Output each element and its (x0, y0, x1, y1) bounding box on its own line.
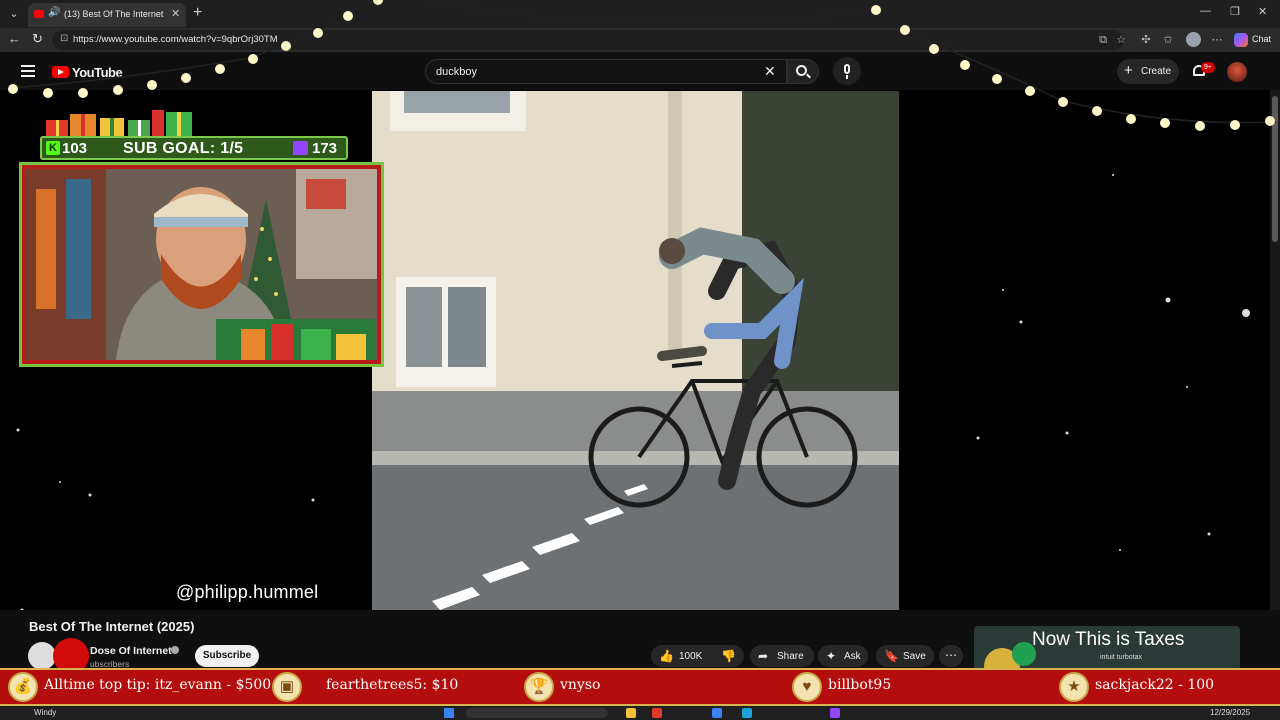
save-button[interactable]: 🔖 Save (876, 645, 934, 667)
trophy-icon: 🏆 (524, 672, 554, 702)
search-query: duckboy (436, 66, 477, 78)
tip-text: sackjack22 - 100 (1095, 677, 1215, 693)
app-icon[interactable] (830, 708, 840, 718)
tab-list-chevron-icon[interactable]: ⌄ (4, 5, 24, 23)
kick-count: 103 (62, 140, 88, 157)
ad-headline: Now This is Taxes (1032, 629, 1185, 650)
save-label: Save (903, 651, 926, 662)
app-available-icon[interactable]: ⧉ (1096, 33, 1110, 47)
kick-icon: K (46, 141, 60, 155)
plus-icon: + (1124, 62, 1133, 79)
extensions-icon[interactable]: ✣ (1139, 33, 1153, 47)
ad-brand: intuit turbotax (1100, 654, 1143, 661)
tip-text: fearthetrees5: $10 (326, 677, 459, 693)
scrollbar-thumb[interactable] (1272, 96, 1278, 242)
site-info-icon[interactable]: ⊡ (60, 33, 68, 44)
channel-avatar[interactable] (28, 642, 56, 670)
gift-boxes-decoration (46, 110, 192, 138)
subscribe-button[interactable]: Subscribe (195, 645, 259, 667)
sub-goal-bar: K 103 SUB GOAL: 1/5 173 (40, 136, 348, 160)
share-button[interactable]: ➦ Share (750, 645, 814, 667)
twitch-icon (293, 141, 308, 155)
taskbar-date: 12/29/2025 (1210, 708, 1251, 717)
address-bar[interactable]: ⊡ https://www.youtube.com/watch?v=9qbrOr… (52, 30, 1124, 50)
edge-icon[interactable] (742, 708, 752, 718)
video-scene-graphic (372, 91, 899, 610)
dislike-icon[interactable]: 👎 (721, 648, 736, 664)
url-text: https://www.youtube.com/watch?v=9qbrOrj3… (73, 34, 278, 45)
menu-icon[interactable] (21, 65, 35, 77)
creator-watermark: @philipp.hummel (176, 582, 319, 602)
create-button[interactable]: + Create (1117, 59, 1179, 84)
start-icon[interactable] (444, 708, 454, 718)
heart-icon: ♥ (792, 672, 822, 702)
like-icon[interactable]: 👍 (659, 648, 674, 664)
money-bag-icon: 💰 (8, 672, 38, 702)
youtube-favicon-icon (34, 10, 44, 18)
verified-badge-icon (171, 646, 179, 654)
weather-widget[interactable]: Windy (34, 708, 56, 717)
more-options-icon[interactable]: ⋯ (1210, 33, 1224, 47)
new-tab-button[interactable]: + (193, 4, 202, 22)
video-title: Best Of The Internet (2025) (29, 619, 195, 634)
copilot-chat-button[interactable]: Chat (1234, 32, 1276, 48)
tip-text: vnyso (560, 677, 601, 693)
sponsored-ad[interactable]: Now This is Taxes intuit turbotax (974, 626, 1240, 670)
copilot-icon (1234, 33, 1248, 47)
minimize-icon[interactable]: — (1200, 5, 1211, 17)
youtube-play-icon (52, 66, 69, 78)
bookmark-icon: 🔖 (884, 649, 899, 663)
like-count: 100K (679, 651, 703, 662)
account-avatar[interactable] (1227, 62, 1247, 82)
tip-text: billbot95 (828, 677, 892, 693)
favorites-icon[interactable]: ✩ (1161, 33, 1175, 47)
profile-avatar[interactable] (1186, 32, 1201, 47)
chat-label: Chat (1252, 34, 1272, 44)
search-input[interactable]: duckboy ✕ (425, 59, 787, 84)
screen: ⌄ 🔊 (13) Best Of The Internet (2025) ✕ +… (0, 0, 1280, 720)
refresh-icon[interactable]: ↻ (32, 31, 43, 47)
favorite-star-icon[interactable]: ☆ (1114, 33, 1128, 47)
notification-badge: 9+ (1201, 62, 1215, 73)
browser-toolbar: ← ↻ ⊡ https://www.youtube.com/watch?v=9q… (0, 28, 1280, 52)
video-frame[interactable] (372, 91, 899, 610)
voice-search-button[interactable] (833, 57, 861, 85)
tip-text: Alltime top tip: itz_evann - $500 (44, 677, 272, 693)
like-dislike-group: 👍 100K 👎 (651, 645, 744, 667)
sub-goal-text: SUB GOAL: 1/5 (123, 140, 244, 157)
tip-ticker: 💰 Alltime top tip: itz_evann - $500 ▣ fe… (0, 668, 1280, 706)
webcam-scene-graphic (26, 169, 377, 360)
share-icon: ➦ (758, 649, 769, 663)
sparkle-icon: ✦ (826, 649, 837, 663)
search-button[interactable] (787, 59, 819, 84)
microphone-icon (844, 64, 850, 74)
close-window-icon[interactable]: ✕ (1258, 5, 1267, 18)
restore-icon[interactable]: ❐ (1230, 5, 1240, 18)
youtube-wordmark: YouTube (72, 65, 123, 80)
tab-title: (13) Best Of The Internet (2025) (64, 9, 166, 19)
app-icon[interactable] (652, 708, 662, 718)
ask-button[interactable]: ✦ Ask (818, 645, 868, 667)
file-explorer-icon[interactable] (626, 708, 636, 718)
browser-tab-strip: ⌄ 🔊 (13) Best Of The Internet (2025) ✕ +… (0, 0, 1280, 28)
channel-name[interactable]: Dose Of Internet (90, 645, 172, 657)
taskbar-search[interactable] (466, 708, 608, 718)
share-label: Share (777, 651, 804, 662)
youtube-header: YouTube duckboy ✕ + Create 9+ (0, 52, 1280, 90)
windows-taskbar: Windy 12/29/2025 (0, 706, 1280, 720)
speaker-icon[interactable]: 🔊 (48, 7, 60, 18)
star-icon: ★ (1059, 672, 1089, 702)
back-icon[interactable]: ← (8, 31, 21, 46)
ask-label: Ask (844, 651, 861, 662)
treasure-chest-icon: ▣ (272, 672, 302, 702)
close-tab-icon[interactable]: ✕ (171, 7, 180, 20)
app-icon[interactable] (712, 708, 722, 718)
browser-tab[interactable]: 🔊 (13) Best Of The Internet (2025) ✕ (28, 3, 186, 27)
streamer-webcam (19, 162, 384, 367)
create-label: Create (1141, 66, 1172, 77)
twitch-count: 173 (312, 140, 338, 157)
more-actions-icon[interactable]: ⋯ (939, 645, 963, 667)
clear-search-icon[interactable]: ✕ (764, 63, 776, 80)
